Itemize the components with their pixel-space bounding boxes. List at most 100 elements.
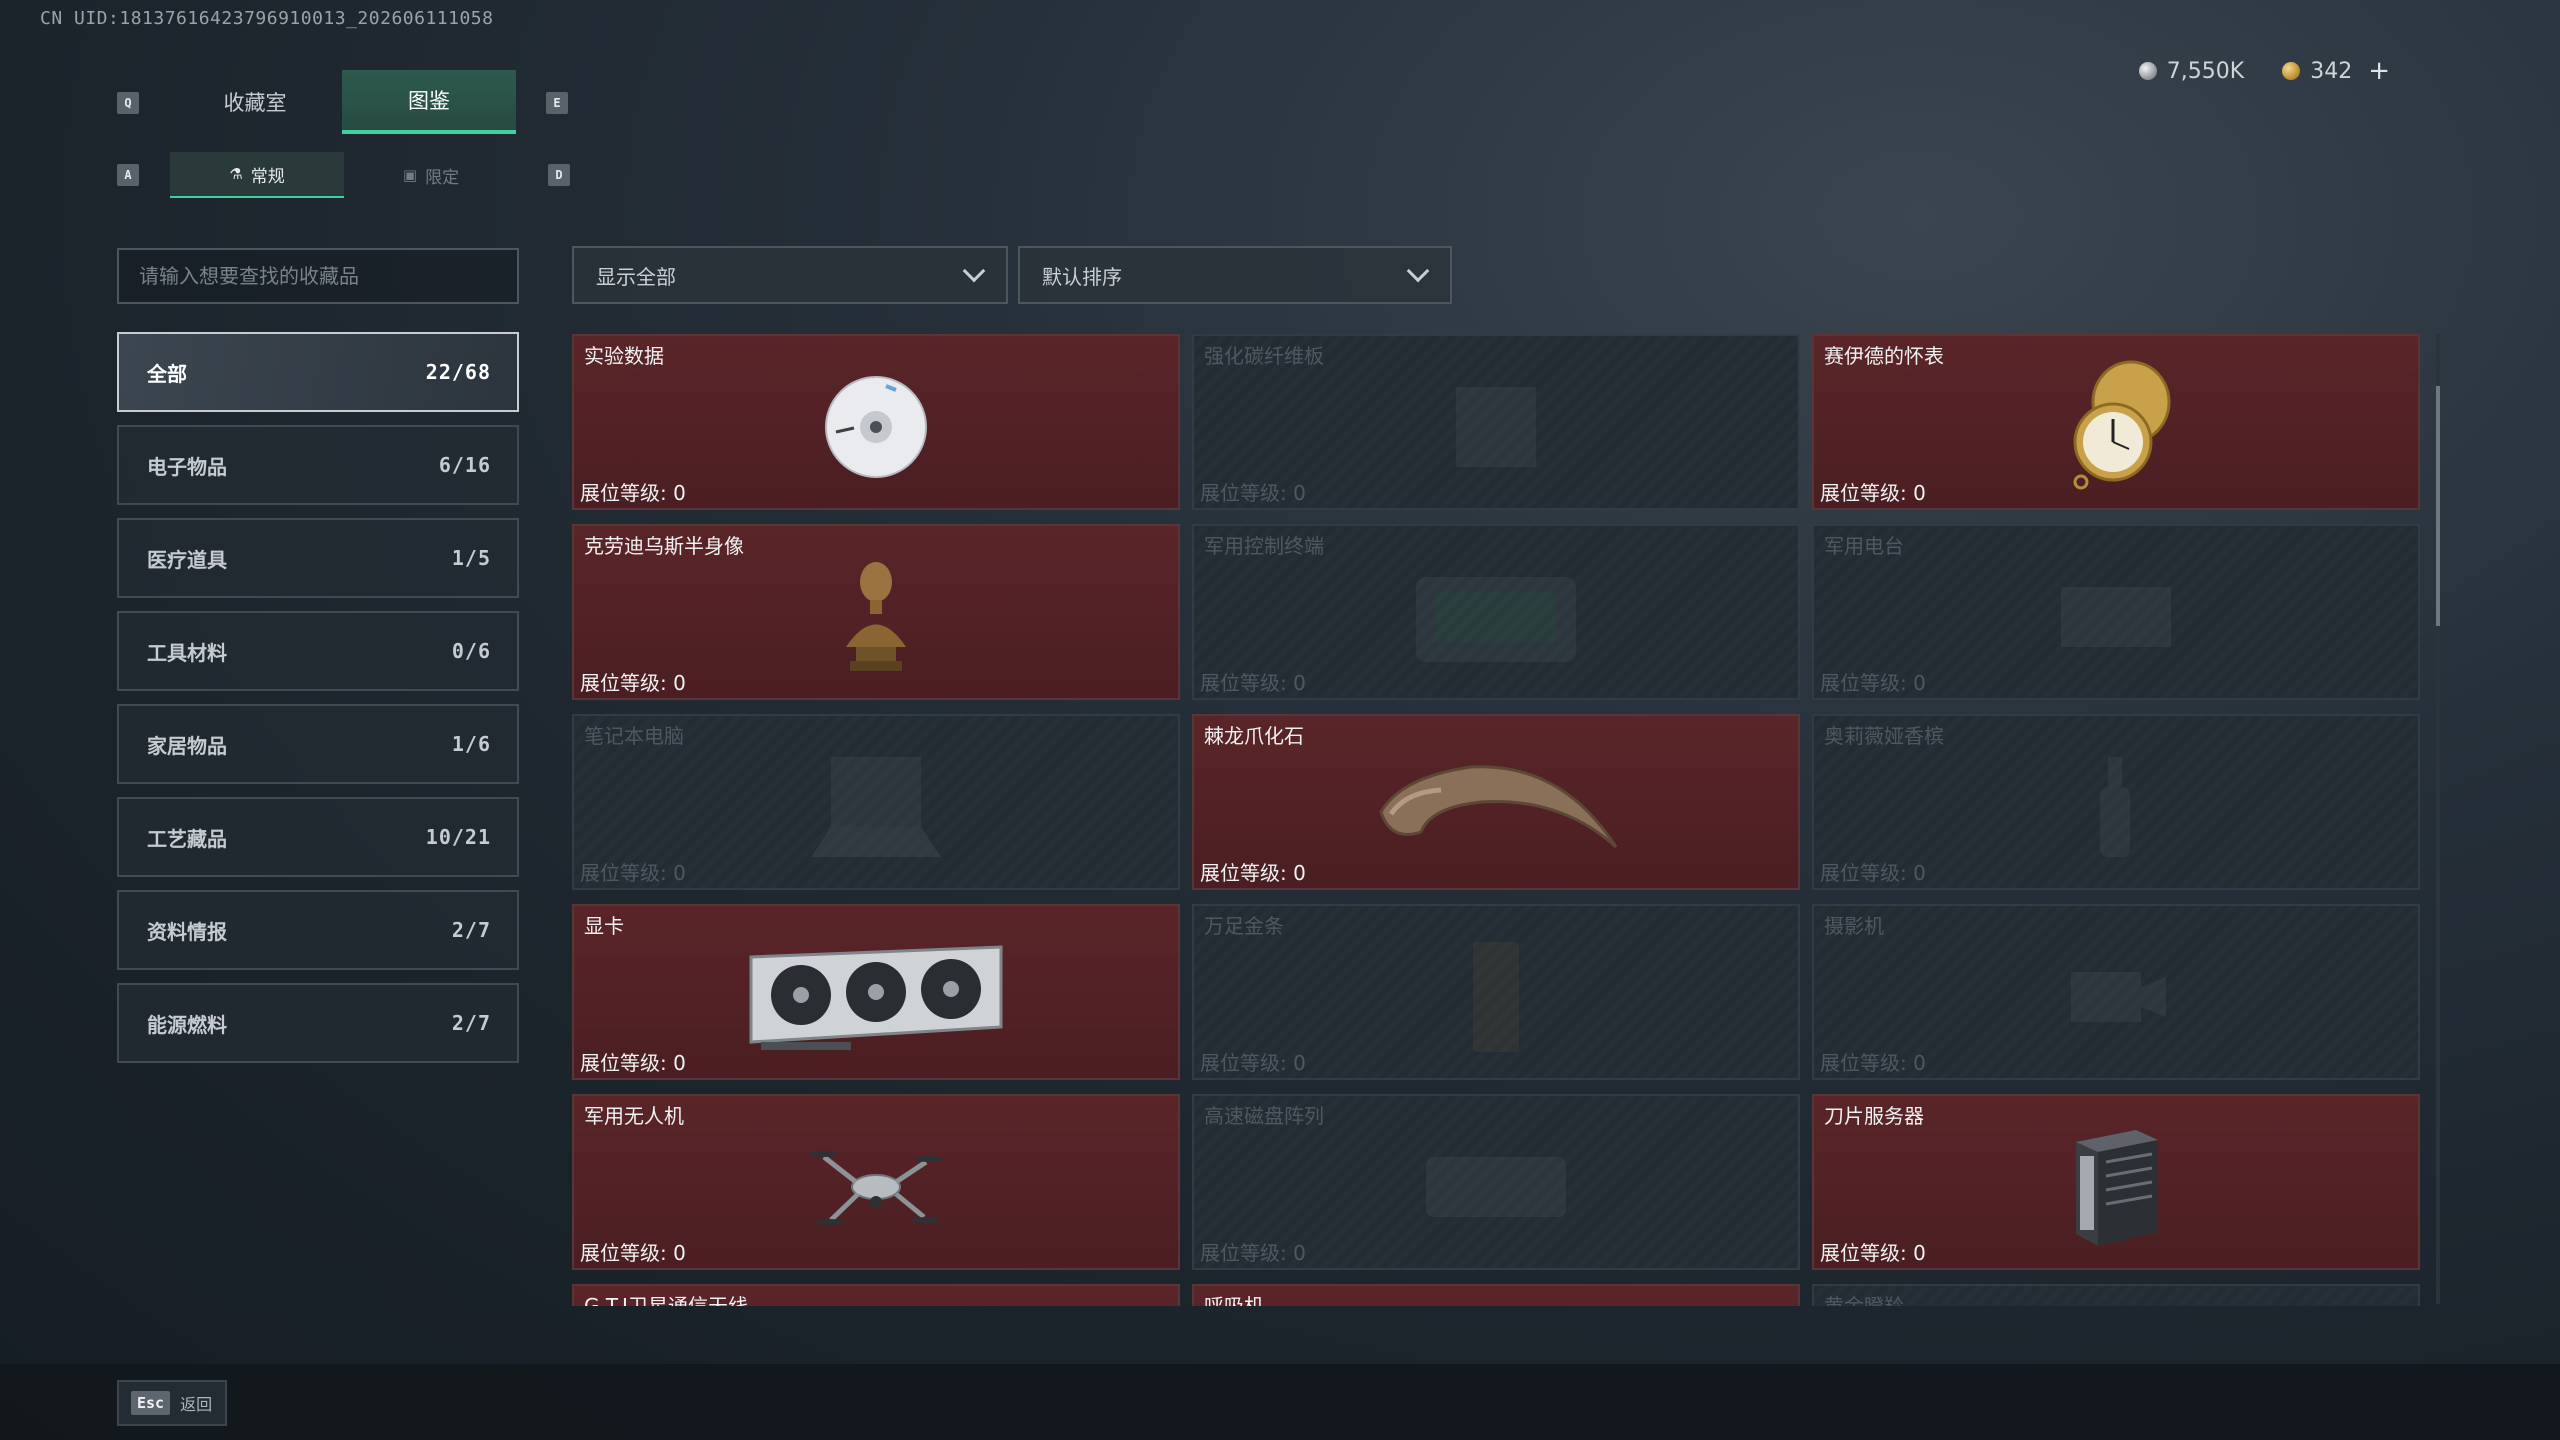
back-button[interactable]: Esc 返回 (117, 1380, 227, 1426)
item-name: 黄金瞪羚 (1824, 1294, 1904, 1306)
category-count: 2/7 (451, 918, 491, 942)
radio-icon (2046, 567, 2186, 671)
item-name: G.T.I卫星通信天线 (584, 1294, 748, 1306)
category-electronics[interactable]: 电子物品 6/16 (117, 425, 519, 505)
category-medical[interactable]: 医疗道具 1/5 (117, 518, 519, 598)
category-label: 工具材料 (147, 640, 227, 665)
item-level: 展位等级: 0 (1200, 481, 1306, 505)
player-uid: CN UID:18137616423796910013_202606111058 (40, 8, 494, 29)
bottle-icon: ⚗ (229, 165, 243, 183)
item-level: 展位等级: 0 (580, 861, 686, 885)
graphics-card-icon (741, 937, 1011, 1061)
item-card[interactable]: 军用电台 展位等级: 0 (1812, 524, 2420, 700)
item-card[interactable]: 强化碳纤维板 展位等级: 0 (1192, 334, 1800, 510)
item-card[interactable]: 刀片服务器 展位等级: 0 (1812, 1094, 2420, 1270)
item-level: 展位等级: 0 (1200, 1051, 1306, 1075)
category-crafts[interactable]: 工艺藏品 10/21 (117, 797, 519, 877)
category-all[interactable]: 全部 22/68 (117, 332, 519, 412)
item-name: 呼吸机 (1204, 1294, 1264, 1306)
item-grid-area[interactable]: 实验数据 展位等级: 0 强化碳纤维板 展位等级: 0 赛伊德的怀表 展位等级:… (572, 334, 2428, 1306)
esc-key-icon: Esc (131, 1391, 171, 1415)
item-card[interactable]: 棘龙爪化石 展位等级: 0 (1192, 714, 1800, 890)
item-name: 棘龙爪化石 (1204, 724, 1304, 748)
main-tabs: 收藏室 图鉴 (168, 70, 516, 134)
chevron-down-icon (962, 259, 986, 283)
tab-label: 图鉴 (408, 89, 450, 113)
item-level: 展位等级: 0 (1820, 1051, 1926, 1075)
item-card[interactable]: 显卡 展位等级: 0 (572, 904, 1180, 1080)
category-label: 全部 (147, 361, 187, 386)
category-list: 全部 22/68 电子物品 6/16 医疗道具 1/5 工具材料 0/6 家居物… (117, 332, 519, 1076)
filter-selected: 显示全部 (596, 264, 676, 289)
item-card[interactable]: 奥莉薇娅香槟 展位等级: 0 (1812, 714, 2420, 890)
grid-scrollbar[interactable] (2436, 334, 2440, 1304)
category-label: 家居物品 (147, 733, 227, 758)
category-label: 电子物品 (147, 454, 227, 479)
category-count: 10/21 (425, 825, 491, 849)
item-name: 强化碳纤维板 (1204, 344, 1324, 368)
bottom-bar (0, 1364, 2560, 1440)
silver-amount: 7,550K (2166, 58, 2245, 84)
disc-icon (816, 372, 936, 486)
category-household[interactable]: 家居物品 1/6 (117, 704, 519, 784)
item-card[interactable]: 万足金条 展位等级: 0 (1192, 904, 1800, 1080)
blade-server-icon (2066, 1122, 2166, 1256)
category-label: 能源燃料 (147, 1012, 227, 1037)
item-name: 赛伊德的怀表 (1824, 344, 1944, 368)
image-icon: ▣ (402, 166, 418, 184)
item-name: 笔记本电脑 (584, 724, 684, 748)
category-energy[interactable]: 能源燃料 2/7 (117, 983, 519, 1063)
item-name: 军用控制终端 (1204, 534, 1324, 558)
item-card[interactable]: G.T.I卫星通信天线 (572, 1284, 1180, 1306)
scrollbar-thumb[interactable] (2436, 386, 2440, 626)
item-card[interactable]: 高速磁盘阵列 展位等级: 0 (1192, 1094, 1800, 1270)
chevron-down-icon (1406, 259, 1430, 283)
item-card[interactable]: 摄影机 展位等级: 0 (1812, 904, 2420, 1080)
item-card[interactable]: 实验数据 展位等级: 0 (572, 334, 1180, 510)
key-hint-next-tab: E (546, 92, 568, 114)
silver-currency: 7,550K (2138, 58, 2245, 84)
category-count: 2/7 (451, 1011, 491, 1035)
key-hint-prev-sub: A (117, 164, 139, 186)
sort-dropdown[interactable]: 默认排序 (1018, 246, 1452, 304)
category-intel[interactable]: 资料情报 2/7 (117, 890, 519, 970)
category-tools[interactable]: 工具材料 0/6 (117, 611, 519, 691)
add-currency-button[interactable]: + (2368, 56, 2390, 86)
disk-array-icon (1416, 1142, 1576, 1236)
category-label: 医疗道具 (147, 547, 227, 572)
back-label: 返回 (180, 1395, 213, 1414)
item-level: 展位等级: 0 (580, 481, 686, 505)
subtab-regular[interactable]: ⚗ 常规 (170, 152, 344, 198)
item-level: 展位等级: 0 (1200, 1241, 1306, 1265)
item-card[interactable]: 呼吸机 (1192, 1284, 1800, 1306)
search-input[interactable] (139, 264, 517, 288)
category-count: 22/68 (425, 360, 491, 384)
subtab-label: 限定 (425, 167, 460, 188)
item-card[interactable]: 赛伊德的怀表 展位等级: 0 (1812, 334, 2420, 510)
category-count: 0/6 (451, 639, 491, 663)
item-level: 展位等级: 0 (1200, 861, 1306, 885)
category-label: 工艺藏品 (147, 826, 227, 851)
sub-tabs: ⚗ 常规 ▣ 限定 (170, 152, 518, 198)
claw-fossil-icon (1361, 752, 1631, 866)
currency-bar: 7,550K 342 + (2138, 56, 2390, 86)
item-card[interactable]: 军用无人机 展位等级: 0 (572, 1094, 1180, 1270)
filter-dropdown[interactable]: 显示全部 (572, 246, 1008, 304)
item-level: 展位等级: 0 (580, 671, 686, 695)
item-name: 实验数据 (584, 344, 664, 368)
gold-bar-icon (1461, 937, 1531, 1061)
category-count: 1/5 (451, 546, 491, 570)
camera-icon (2056, 952, 2176, 1046)
item-card[interactable]: 黄金瞪羚 (1812, 1284, 2420, 1306)
item-card[interactable]: 笔记本电脑 展位等级: 0 (572, 714, 1180, 890)
item-card[interactable]: 克劳迪乌斯半身像 展位等级: 0 (572, 524, 1180, 700)
tab-codex[interactable]: 图鉴 (342, 70, 516, 134)
item-name: 高速磁盘阵列 (1204, 1104, 1324, 1128)
sort-selected: 默认排序 (1042, 264, 1122, 289)
silver-coin-icon (2138, 62, 2157, 80)
tab-collection-room[interactable]: 收藏室 (168, 70, 342, 134)
item-card[interactable]: 军用控制终端 展位等级: 0 (1192, 524, 1800, 700)
item-level: 展位等级: 0 (580, 1051, 686, 1075)
subtab-limited[interactable]: ▣ 限定 (344, 152, 518, 198)
search-box (117, 248, 519, 304)
